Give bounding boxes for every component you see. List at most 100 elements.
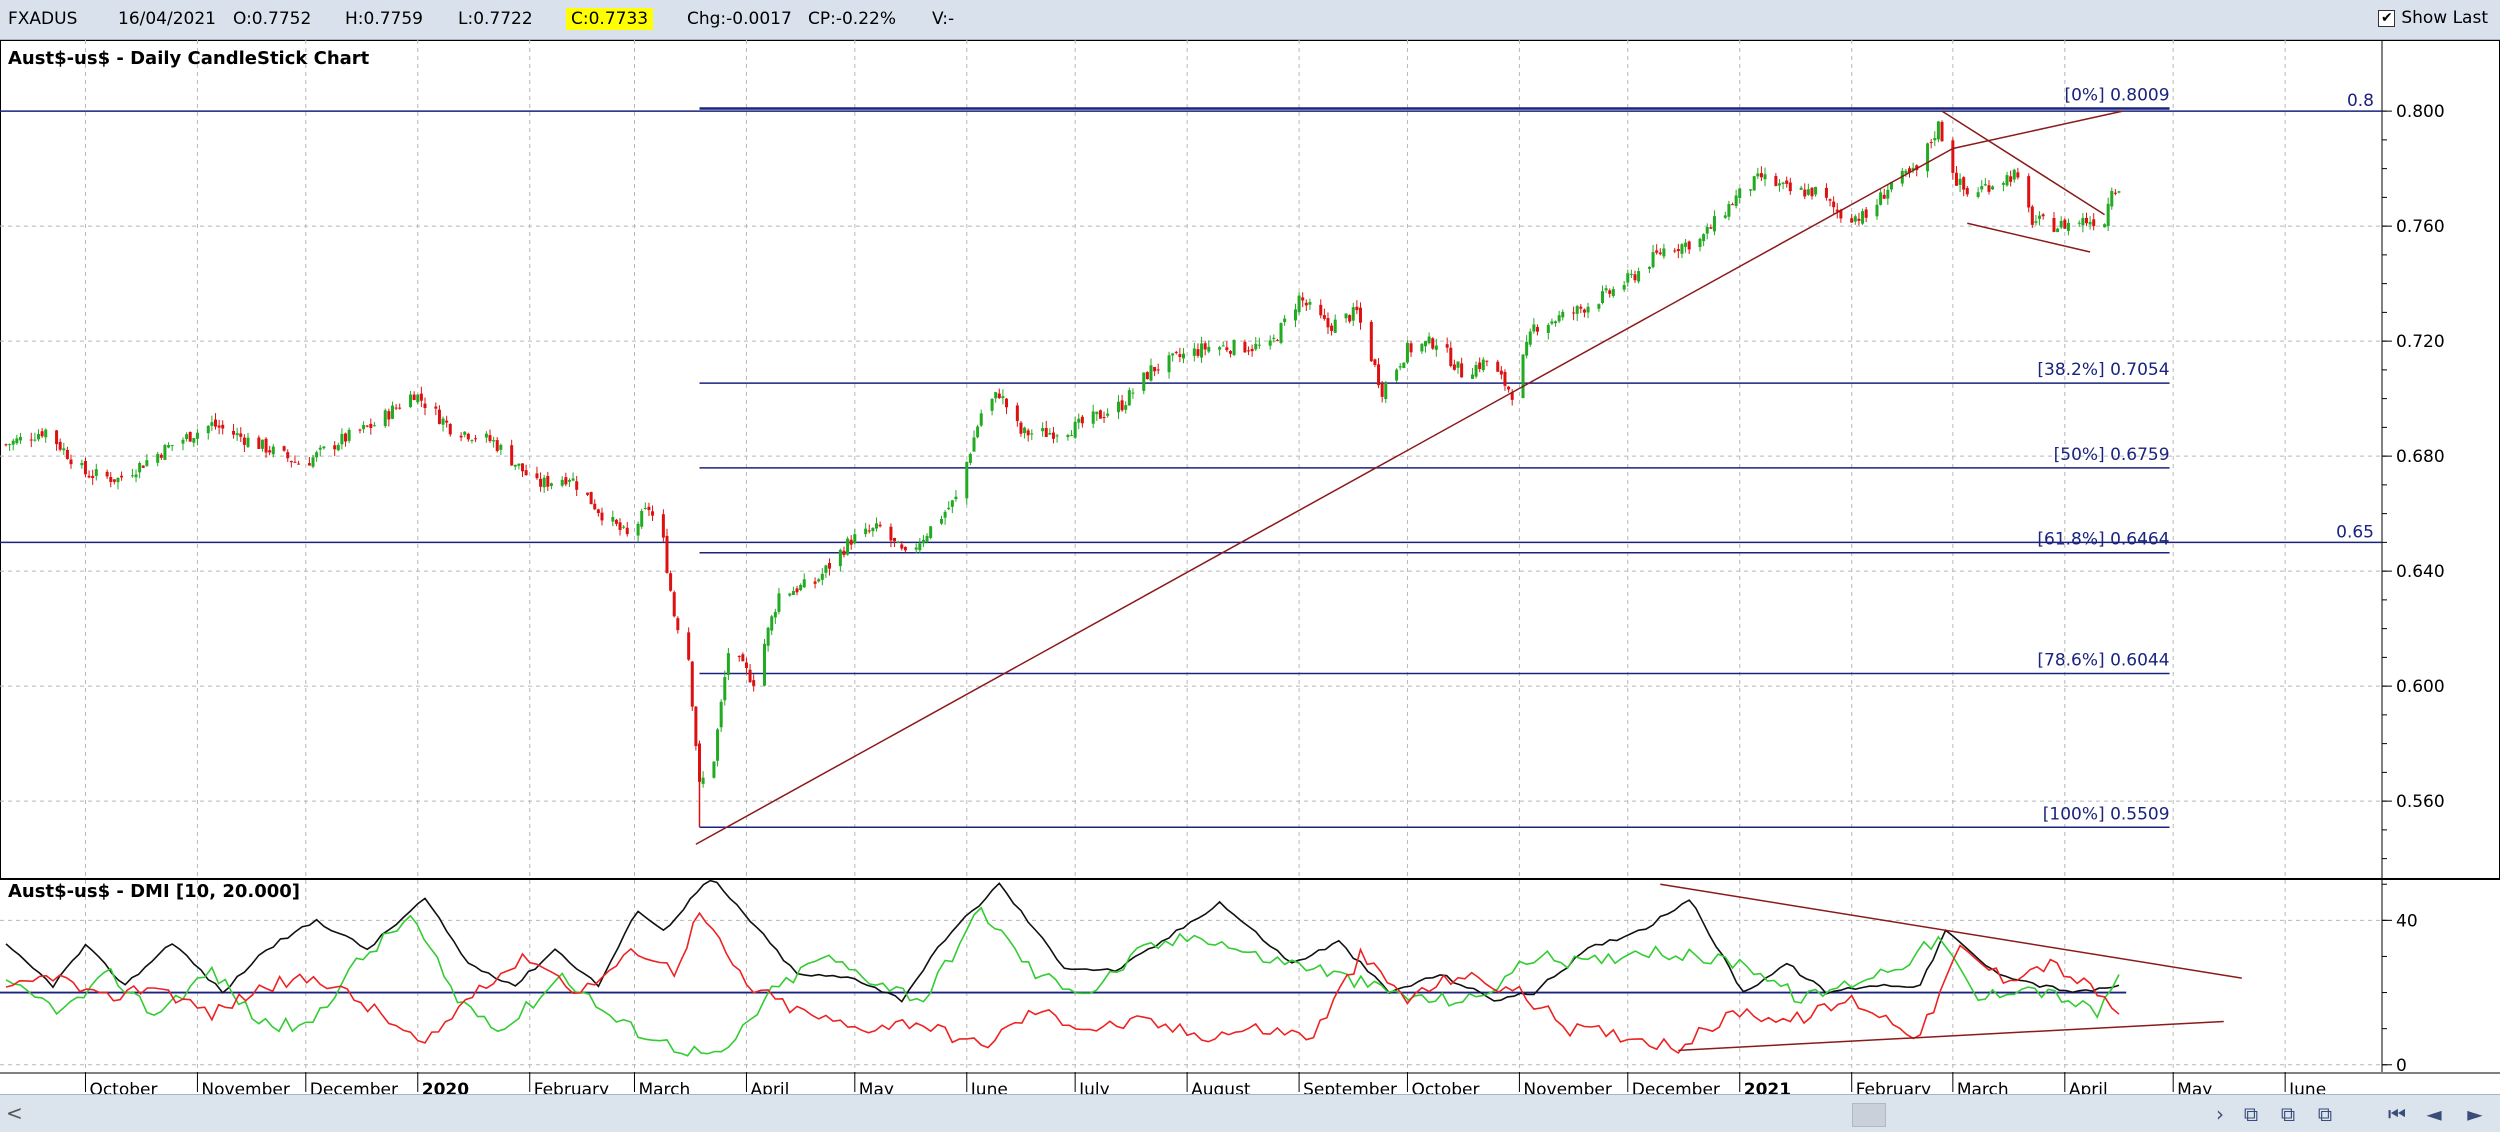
candle-body [918, 543, 922, 551]
fib-level-label: [78.6%] 0.6044 [2037, 650, 2169, 670]
candle-body [40, 431, 44, 437]
candle-body [495, 440, 499, 451]
candle-body [1001, 396, 1005, 399]
candle-body [524, 470, 528, 476]
candle-body [260, 439, 264, 449]
candle-body [437, 409, 441, 424]
candle-body [336, 444, 340, 451]
candle-body [752, 680, 756, 686]
zoom-fit-icon[interactable]: ⧉ [2312, 1101, 2338, 1127]
candle-body [813, 581, 817, 584]
month-label: October [89, 1080, 157, 1094]
show-last-toggle[interactable]: ✔ Show Last [2378, 8, 2488, 28]
candle-body [1557, 315, 1561, 322]
candle-body [1676, 249, 1680, 252]
candle-body [1427, 336, 1431, 344]
candle-body [221, 424, 225, 429]
change-percent: CP:-0.22% [808, 9, 896, 29]
month-label: December [310, 1080, 398, 1094]
candle-body [1247, 350, 1251, 352]
candle-body [1496, 361, 1500, 372]
candle-body [2016, 172, 2020, 178]
candle-body [1384, 382, 1388, 399]
candle-body [517, 463, 521, 466]
candle-body [297, 463, 301, 465]
candle-body [1886, 189, 1890, 199]
price-panel[interactable]: 0.800 0.760 0.720 0.680 0.640 0.600 0.560 0.8 0.… [0, 40, 2500, 1072]
candle-body [1272, 337, 1276, 339]
candle-body [817, 579, 821, 582]
zoom-out-icon[interactable]: ⧉ [2275, 1101, 2301, 1127]
candle-body [1680, 244, 1684, 254]
candle-body [651, 511, 655, 516]
candle-body [513, 464, 517, 467]
candle-body [1405, 342, 1409, 363]
candle-body [1051, 432, 1055, 439]
candle-body [1936, 121, 1940, 140]
candle-body [210, 422, 214, 426]
show-last-checkbox[interactable]: ✔ [2378, 9, 2396, 27]
candle-body [1803, 189, 1807, 197]
candle-body [293, 461, 297, 463]
candle-body [463, 431, 467, 435]
candle-body [2005, 175, 2009, 186]
candle-body [2009, 176, 2013, 182]
candle-body [676, 618, 680, 631]
candle-body [1781, 182, 1785, 184]
candle-body [145, 460, 149, 466]
candle-body [1951, 140, 1955, 173]
candle-body [1976, 192, 1980, 197]
candle-body [1080, 416, 1084, 424]
fib-level-label: [61.8%] 0.6464 [2037, 530, 2169, 550]
candle-body [1091, 411, 1095, 424]
candle-body [170, 444, 174, 446]
candle-body [268, 450, 272, 453]
price-tick-label: 0.640 [2396, 562, 2445, 582]
candle-body [744, 662, 748, 669]
step-forward-icon[interactable]: ► [2462, 1101, 2488, 1127]
candle-body [719, 701, 723, 728]
candle-body [1409, 343, 1413, 353]
month-label: June [2288, 1080, 2326, 1094]
candle-body [1853, 216, 1857, 222]
candle-body [1203, 343, 1207, 350]
candle-body [130, 475, 134, 477]
candle-body [1077, 418, 1081, 423]
candle-body [1070, 435, 1074, 437]
candle-body [474, 438, 478, 440]
candle-body [701, 777, 705, 784]
scroll-right-icon[interactable]: › [2207, 1101, 2233, 1127]
candle-body [1485, 360, 1489, 362]
scrollbar-thumb[interactable] [1852, 1103, 1886, 1127]
scroll-left-arrow[interactable]: < [6, 1101, 23, 1125]
candle-body [1532, 324, 1536, 332]
candle-body [445, 420, 449, 423]
candle-body [282, 446, 286, 451]
candle-body [1824, 187, 1828, 198]
dmi-series-mdi [5, 911, 2120, 1055]
go-start-icon[interactable]: ⏮ [2384, 1101, 2410, 1127]
candle-body [795, 588, 799, 593]
candle-body [896, 541, 900, 543]
candle-body [362, 424, 366, 430]
candle-body [871, 527, 875, 532]
candle-body [163, 445, 167, 460]
candle-body [383, 410, 387, 427]
dmi-panel[interactable]: 400Aust$-us$ - DMI [10, 20.000] [0, 879, 2418, 1076]
candle-body [643, 507, 647, 509]
candle-body [1752, 176, 1756, 191]
chart-area[interactable]: 0.800 0.760 0.720 0.680 0.640 0.600 0.560 0.8 0.… [0, 40, 2500, 1094]
price-tick-label: 0.600 [2396, 677, 2445, 697]
candle-body [159, 454, 163, 458]
step-back-icon[interactable]: ◄ [2421, 1101, 2447, 1127]
candle-body [1554, 321, 1558, 324]
candle-body [1344, 313, 1348, 319]
candle-body [2041, 214, 2045, 217]
trendline [695, 147, 1954, 845]
candle-body [1174, 351, 1178, 353]
candle-body [1749, 189, 1753, 191]
candle-body [1702, 234, 1706, 242]
zoom-in-icon[interactable]: ⧉ [2238, 1101, 2264, 1127]
candle-body [625, 527, 629, 535]
candle-body [15, 438, 19, 444]
